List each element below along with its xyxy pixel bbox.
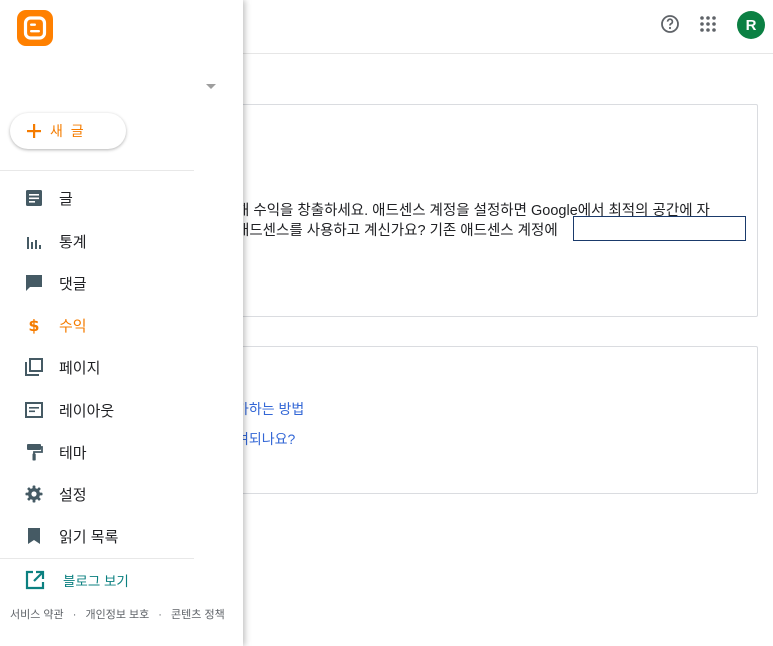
nav-item-pages[interactable]: 페이지 xyxy=(0,347,194,387)
bookmark-icon xyxy=(24,526,44,546)
adsense-description-line2: 애드센스를 사용하고 계신가요? 기존 애드센스 계정에 xyxy=(236,223,558,239)
nav-item-layout[interactable]: 레이아웃 xyxy=(0,390,194,430)
link-account-button[interactable] xyxy=(573,216,746,241)
content-policy-link[interactable]: 콘텐츠 정책 xyxy=(171,609,225,621)
nav-item-label: 글 xyxy=(59,190,73,208)
footer-separator: · xyxy=(158,609,162,621)
pages-icon xyxy=(24,357,44,377)
gear-icon xyxy=(24,484,44,504)
blogger-logo[interactable] xyxy=(17,10,53,46)
nav-item-label: 댓글 xyxy=(59,275,87,293)
privacy-link[interactable]: 개인정보 보호 xyxy=(85,609,149,621)
avatar[interactable]: R xyxy=(737,11,765,39)
plus-icon xyxy=(27,124,41,138)
new-post-button[interactable]: 새 글 xyxy=(10,113,126,149)
help-link-2[interactable]: 여되나요? xyxy=(236,429,295,449)
help-circle-icon[interactable] xyxy=(658,12,682,36)
nav-item-comments[interactable]: 댓글 xyxy=(0,263,194,303)
new-post-label: 새 글 xyxy=(50,123,86,139)
footer-separator: · xyxy=(72,609,77,621)
nav-item-posts[interactable]: 글 xyxy=(0,178,194,218)
dollar-icon: $ xyxy=(28,315,40,335)
nav-item-label: 페이지 xyxy=(59,359,101,377)
stats-icon xyxy=(24,231,44,251)
nav-item-label: 설정 xyxy=(59,486,87,504)
view-blog-label: 블로그 보기 xyxy=(63,574,129,589)
nav-item-label: 읽기 목록 xyxy=(59,528,119,546)
navigation-drawer: 새 글 글 통계 댓글 $ 수익 페이지 레이아웃 테마 설정 읽기 목록 블로… xyxy=(0,0,243,646)
app-root: R 해 수익을 창출하세요. 애드센스 계정을 설정하면 Google에서 최적… xyxy=(0,0,773,646)
nav-item-settings[interactable]: 설정 xyxy=(0,474,194,514)
nav-item-label: 테마 xyxy=(59,444,87,462)
comments-icon xyxy=(24,273,44,293)
adsense-card: 해 수익을 창출하세요. 애드센스 계정을 설정하면 Google에서 최적의 … xyxy=(205,104,758,317)
posts-icon xyxy=(24,188,44,208)
nav-item-label: 레이아웃 xyxy=(59,402,115,420)
nav-item-label: 수익 xyxy=(59,317,87,335)
drawer-divider xyxy=(0,170,194,171)
nav-item-theme[interactable]: 테마 xyxy=(0,432,194,472)
layout-icon xyxy=(24,400,44,420)
help-link-1[interactable]: 가하는 방법 xyxy=(236,399,304,419)
view-blog-link[interactable]: 블로그 보기 xyxy=(0,561,194,599)
chevron-down-icon[interactable] xyxy=(205,78,217,89)
nav-item-reading-list[interactable]: 읽기 목록 xyxy=(0,516,194,556)
help-card: 가하는 방법 여되나요? xyxy=(205,346,758,494)
nav-item-stats[interactable]: 통계 xyxy=(0,221,194,261)
drawer-footer: 서비스 약관 · 개인정보 보호 · 콘텐츠 정책 xyxy=(10,606,225,622)
apps-grid-icon[interactable] xyxy=(696,12,720,36)
nav-item-earnings[interactable]: $ 수익 xyxy=(0,305,194,345)
nav-item-label: 통계 xyxy=(59,233,87,251)
drawer-divider xyxy=(0,558,194,559)
paint-roller-icon xyxy=(24,442,44,462)
open-in-new-icon xyxy=(25,570,45,590)
terms-link[interactable]: 서비스 약관 xyxy=(10,609,64,621)
